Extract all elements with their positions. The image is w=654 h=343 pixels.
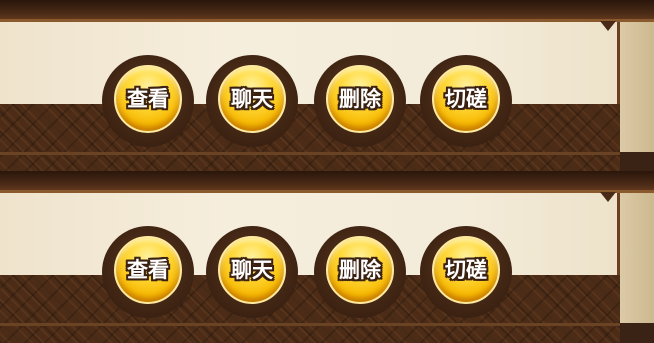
- view-button[interactable]: 查看: [102, 226, 194, 318]
- divider: [0, 152, 620, 155]
- row-top-border: [0, 0, 654, 22]
- spar-button[interactable]: 切磋: [420, 226, 512, 318]
- friend-row-2: 查看 聊天 删除 切磋: [0, 171, 654, 343]
- spar-button-label: 切磋: [445, 258, 487, 282]
- ornament-tip-icon: [600, 192, 616, 202]
- chat-button[interactable]: 聊天: [206, 55, 298, 147]
- delete-button-label: 删除: [339, 87, 381, 111]
- spar-button[interactable]: 切磋: [420, 55, 512, 147]
- spar-button-label: 切磋: [445, 87, 487, 111]
- row-right-edge: [617, 22, 654, 152]
- chat-button-label: 聊天: [231, 258, 273, 282]
- divider: [0, 323, 620, 326]
- row-top-border: [0, 171, 654, 193]
- delete-button-label: 删除: [339, 258, 381, 282]
- row-bottom-band: [0, 275, 620, 343]
- row-right-edge: [617, 193, 654, 323]
- chat-button[interactable]: 聊天: [206, 226, 298, 318]
- ornament-tip-icon: [600, 21, 616, 31]
- delete-button[interactable]: 删除: [314, 226, 406, 318]
- view-button-label: 查看: [127, 258, 169, 282]
- friend-row-1: 查看 聊天 删除 切磋: [0, 0, 654, 172]
- delete-button[interactable]: 删除: [314, 55, 406, 147]
- view-button-label: 查看: [127, 87, 169, 111]
- row-bottom-band: [0, 104, 620, 172]
- chat-button-label: 聊天: [231, 87, 273, 111]
- view-button[interactable]: 查看: [102, 55, 194, 147]
